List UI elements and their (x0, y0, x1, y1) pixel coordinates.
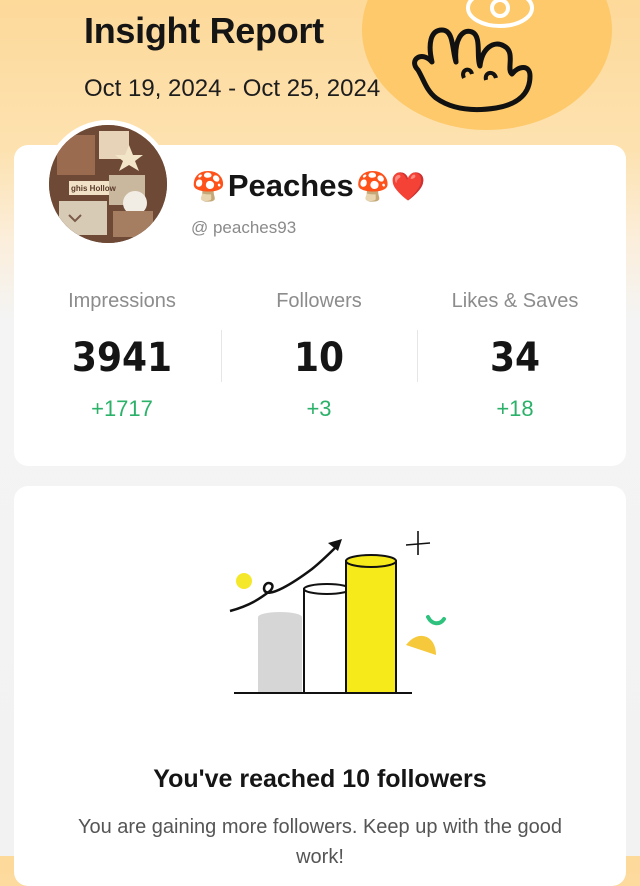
stat-likes-saves-label: Likes & Saves (451, 290, 579, 312)
profile-name: 🍄 Peaches 🍄❤️ (191, 168, 425, 204)
stat-followers-label: Followers (276, 290, 362, 312)
stat-impressions-label: Impressions (68, 290, 176, 312)
hand-eye-icon (412, 0, 534, 113)
milestone-title: You've reached 10 followers (153, 765, 487, 793)
stat-followers-delta: +3 (306, 396, 332, 421)
page-title: Insight Report (84, 10, 324, 51)
avatar[interactable]: ghis Hollow (46, 122, 170, 246)
stat-impressions-value: 3941 (71, 335, 173, 381)
growth-chart-illustration (229, 531, 446, 694)
mushroom-heart-icon: 🍄❤️ (355, 169, 426, 203)
date-range: Oct 19, 2024 - Oct 25, 2024 (84, 75, 381, 102)
stat-impressions-delta: +1717 (91, 396, 153, 421)
stat-likes-saves-delta: +18 (496, 396, 534, 421)
avatar-text: ghis Hollow (71, 184, 117, 193)
profile-name-text: Peaches (227, 168, 354, 203)
stat-followers-value: 10 (293, 335, 345, 381)
mushroom-icon: 🍄 (191, 169, 226, 203)
profile-handle: @ peaches93 (191, 218, 297, 237)
milestone-description: You are gaining more followers. Keep up … (77, 816, 563, 868)
stat-likes-saves-value: 34 (489, 335, 541, 381)
avatar-collage-icon: ghis Hollow (49, 125, 167, 243)
avatar-image: ghis Hollow (49, 125, 167, 243)
